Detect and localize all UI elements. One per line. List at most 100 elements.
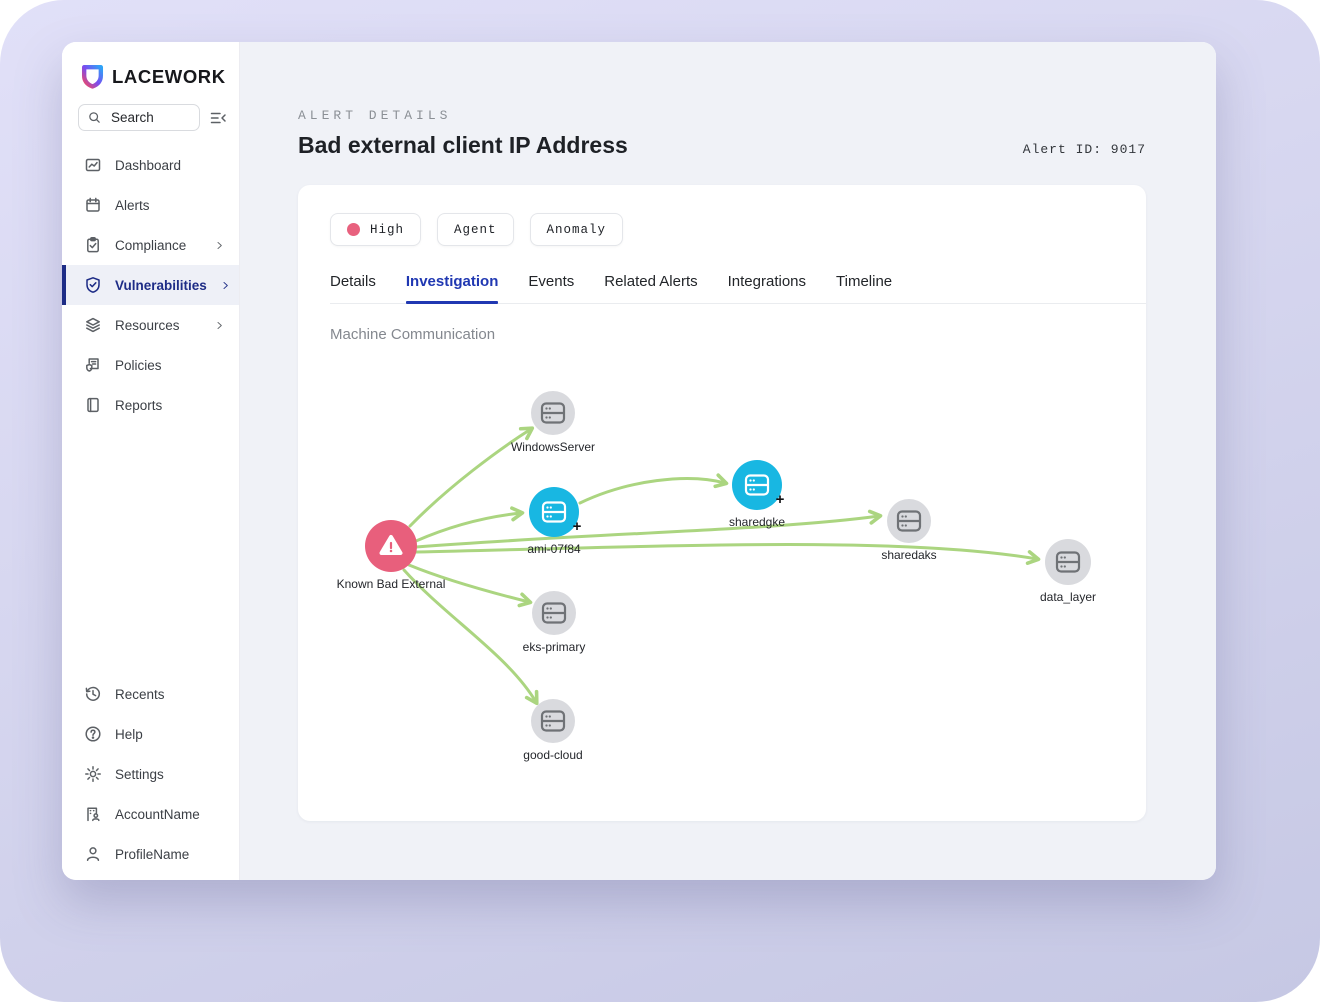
sidebar-item-help[interactable]: Help [62, 714, 239, 754]
vulnerabilities-icon [86, 277, 100, 293]
status-badge-high: High [330, 213, 422, 246]
tab-timeline[interactable]: Timeline [836, 273, 892, 303]
sidebar-item-label: Recents [115, 686, 165, 702]
tab-label: Integrations [727, 273, 807, 290]
section-title: Machine Communication [330, 326, 496, 343]
reports-icon [87, 397, 99, 413]
sidebar-item-label: Policies [115, 357, 162, 373]
profile-icon [86, 847, 100, 862]
badges-row: High Agent Anomaly [330, 213, 1114, 246]
sidebar-item-label: Help [115, 726, 143, 742]
compliance-icon [87, 237, 99, 253]
sidebar-footer-nav: Recents Help Settings AccountName ProfileNam… [62, 674, 239, 880]
expand-plus-icon[interactable]: + [776, 491, 785, 508]
node-known-bad-external[interactable]: Known Bad External [337, 520, 446, 591]
help-icon [85, 726, 101, 742]
search-input[interactable] [109, 109, 177, 126]
badge-label: High [370, 222, 405, 237]
badge-label: Anomaly [546, 222, 607, 237]
logo-text: LACEWORK [112, 65, 226, 87]
chevron-right-icon [223, 281, 228, 289]
node-ami-07f84[interactable]: + ami-07f84 [527, 487, 582, 556]
node-label: eks-primary [523, 640, 586, 654]
sidebar-item-dashboard[interactable]: Dashboard [62, 145, 239, 185]
node-data-layer[interactable]: data_layer [1040, 539, 1096, 604]
machine-communication-graph: Known Bad External WindowsServer + ami-07f8… [337, 391, 1096, 762]
chevron-right-icon [217, 321, 222, 329]
sidebar-item-label: Resources [115, 317, 180, 333]
node-sharedaks[interactable]: sharedaks [881, 499, 937, 562]
tab-related-alerts[interactable]: Related Alerts [604, 273, 697, 303]
tab-label: Events [528, 273, 575, 290]
tab-integrations[interactable]: Integrations [728, 273, 806, 303]
sidebar-item-account[interactable]: AccountName [62, 794, 239, 834]
expand-plus-icon[interactable]: + [573, 518, 582, 535]
edge-known-bad-external-to-data-layer [414, 543, 1041, 566]
dashboard-icon [85, 158, 101, 172]
severity-dot [347, 223, 360, 236]
account-icon [87, 807, 100, 822]
sidebar-item-recents[interactable]: Recents [62, 674, 239, 714]
tab-label: Timeline [836, 273, 893, 290]
edge-known-bad-external-to-ami-07f84 [414, 506, 525, 543]
node-label: ami-07f84 [527, 542, 581, 556]
settings-icon [85, 766, 101, 782]
resources-icon [86, 317, 100, 333]
alert-details-eyebrow: ALERT DETAILS [298, 108, 452, 123]
policies-icon [86, 358, 99, 372]
sidebar-item-profile[interactable]: ProfileName [62, 834, 239, 874]
node-label: data_layer [1040, 590, 1096, 604]
recents-icon [85, 686, 100, 701]
node-label: Known Bad External [337, 577, 446, 591]
sidebar-item-label: Reports [115, 397, 163, 413]
sidebar-item-label: Compliance [115, 237, 187, 253]
page-title: Bad external client IP Address [298, 132, 628, 158]
app-window: LACEWORK Dashboard Alerts Compliance Vulner… [62, 42, 1216, 880]
sidebar-item-label: Vulnerabilities [115, 277, 207, 293]
node-label: sharedaks [881, 548, 936, 562]
badge-label: Agent [454, 222, 497, 237]
sidebar-item-label: Alerts [115, 197, 150, 213]
search-box[interactable] [78, 104, 200, 131]
tab-label: Details [330, 273, 376, 290]
tab-events[interactable]: Events [528, 273, 574, 303]
sidebar-item-alerts[interactable]: Alerts [62, 185, 239, 225]
main-content: ALERT DETAILS Bad external client IP Add… [240, 42, 1216, 880]
status-badge-anomaly: Anomaly [529, 213, 624, 246]
sidebar-nav: Dashboard Alerts Compliance Vulnerabilities… [62, 145, 239, 425]
sidebar: LACEWORK Dashboard Alerts Compliance Vulner… [62, 42, 240, 880]
lacework-shield-icon [81, 64, 104, 89]
alerts-icon [86, 197, 100, 212]
sidebar-item-settings[interactable]: Settings [62, 754, 239, 794]
alert-card: High Agent Anomaly Details Investigation Eve… [298, 185, 1146, 821]
node-label: sharedgke [729, 515, 785, 529]
sidebar-item-label: Settings [115, 766, 164, 782]
tab-label: Investigation [405, 273, 499, 290]
sidebar-item-resources[interactable]: Resources [62, 305, 239, 345]
node-sharedgke[interactable]: + sharedgke [729, 460, 785, 529]
sidebar-item-reports[interactable]: Reports [62, 385, 239, 425]
sidebar-item-label: ProfileName [115, 846, 190, 862]
node-label: WindowsServer [511, 440, 595, 454]
tab-investigation[interactable]: Investigation [405, 273, 499, 304]
status-badge-agent: Agent [437, 213, 514, 246]
collapse-sidebar-icon[interactable] [209, 109, 227, 127]
node-good-cloud[interactable]: good-cloud [523, 699, 583, 762]
search-icon [89, 112, 100, 123]
sidebar-item-label: Dashboard [115, 157, 182, 173]
edge-known-bad-external-to-sharedaks [414, 509, 883, 549]
sidebar-item-compliance[interactable]: Compliance [62, 225, 239, 265]
node-label: good-cloud [523, 748, 582, 762]
sidebar-item-policies[interactable]: Policies [62, 345, 239, 385]
alert-id: Alert ID: 9017 [1022, 142, 1146, 157]
node-eks-primary[interactable]: eks-primary [523, 591, 586, 654]
tabs-row: Details Investigation Events Related Alerts… [330, 273, 1146, 304]
logo: LACEWORK [62, 42, 239, 89]
sidebar-item-label: AccountName [115, 806, 200, 822]
tab-details[interactable]: Details [330, 273, 376, 303]
sidebar-item-vulnerabilities[interactable]: Vulnerabilities [62, 265, 239, 305]
node-windows-server[interactable]: WindowsServer [511, 391, 595, 454]
tab-label: Related Alerts [604, 273, 698, 290]
chevron-right-icon [217, 241, 222, 249]
edge-ami-07f84-to-sharedgke [578, 473, 729, 505]
